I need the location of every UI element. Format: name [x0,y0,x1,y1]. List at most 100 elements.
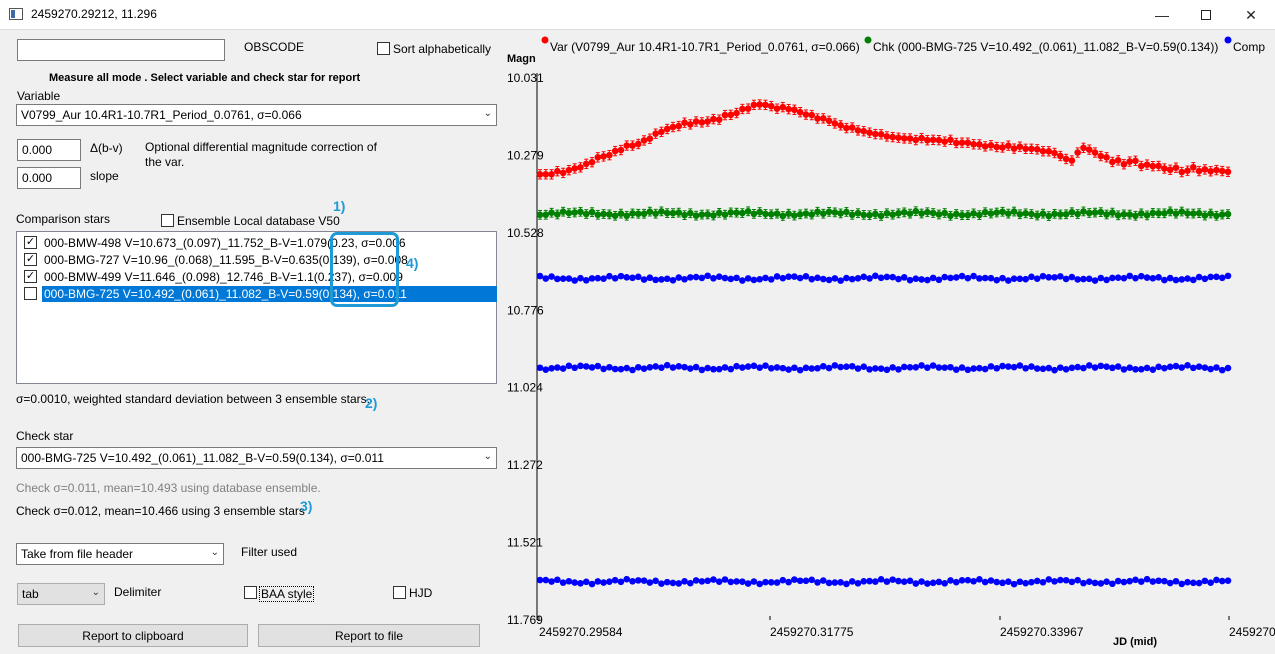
data-point [652,130,659,137]
minimize-button[interactable]: — [1139,0,1185,30]
data-point [1062,366,1070,373]
baa-checkbox-box[interactable] [244,586,257,599]
filter-select[interactable]: Take from file header ⌄ [16,543,224,565]
ensemble-sigma-text: σ=0.0010, weighted standard deviation be… [16,392,370,406]
data-point [1114,577,1122,585]
data-point [1005,210,1012,217]
close-icon: ✕ [1245,6,1257,23]
data-point [536,364,544,372]
data-point [744,208,752,215]
data-point [1155,162,1162,170]
data-point [964,576,972,584]
data-point [791,106,798,114]
sort-checkbox-box[interactable] [377,42,390,55]
data-point [785,578,792,586]
data-point [906,364,914,371]
data-point [1103,578,1110,586]
x-tick-label: 2459270.33967 [1000,625,1084,639]
data-point [796,366,804,374]
data-point [1022,275,1029,283]
data-point [727,275,735,283]
y-tick-label: 10.031 [507,71,544,85]
series-comp-2 [536,361,1232,374]
data-point [733,209,740,216]
list-item[interactable]: ✓ 000-BMW-498 V=10.673_(0.097)_11.752_B-… [21,234,495,251]
comp-star-checkbox[interactable]: ✓ [24,236,37,249]
data-point [565,166,573,174]
data-point [929,209,937,217]
data-point [929,579,937,587]
check-star-select[interactable]: 000-BMG-725 V=10.492_(0.061)_11.082_B-V=… [16,447,497,469]
data-point [1114,363,1122,370]
data-point [1097,580,1105,587]
data-point [877,274,885,282]
maximize-button[interactable] [1183,0,1229,30]
data-point [698,211,706,218]
data-point [831,579,839,586]
obscode-label: OBSCODE [244,40,305,54]
data-point [1126,577,1134,585]
ensemble-checkbox-box[interactable] [161,214,174,227]
data-point [594,362,602,370]
data-point [1149,209,1157,217]
data-point [1184,210,1191,217]
data-point [796,210,804,218]
data-point [895,366,902,373]
data-point [1155,577,1162,585]
data-point [727,578,735,586]
comp-star-checkbox[interactable]: ✓ [24,270,37,283]
data-point [1085,146,1093,153]
hjd-checkbox-box[interactable] [393,586,406,599]
data-point [1028,210,1035,218]
data-point [872,130,879,138]
data-point [559,365,567,372]
report-to-clipboard-button[interactable]: Report to clipboard [18,624,248,647]
data-point [1103,211,1110,218]
data-point [1051,578,1058,585]
list-item[interactable]: ✓ 000-BMW-499 V=11.646_(0.098)_12.746_B-… [21,268,495,285]
comparison-stars-list[interactable]: ✓ 000-BMW-498 V=10.673_(0.097)_11.752_B-… [16,231,497,384]
data-point [548,364,555,372]
close-button[interactable]: ✕ [1228,0,1274,30]
data-point [1161,210,1168,217]
data-point [1039,210,1047,217]
data-point [652,363,659,370]
obscode-input[interactable] [17,39,225,61]
slope-input[interactable]: 0.000 [17,167,81,189]
data-point [993,209,1001,216]
data-point [1137,210,1145,217]
data-point [1190,579,1197,587]
report-to-file-button[interactable]: Report to file [258,624,480,647]
data-point [658,128,665,136]
annotation-3: 3) [300,498,313,514]
y-tick-label: 11.272 [507,458,543,472]
data-point [767,578,775,586]
data-point [1074,363,1081,371]
data-point [872,210,879,218]
delta-bv-input[interactable]: 0.000 [17,139,81,161]
data-point [981,274,989,282]
comp-star-checkbox[interactable] [24,287,37,300]
comp-star-checkbox[interactable]: ✓ [24,253,37,266]
title-bar[interactable]: 2459270.29212, 11.296 — ✕ [0,0,1275,30]
delimiter-select[interactable]: tab ⌄ [17,583,105,605]
data-point [952,366,960,373]
data-point [1051,149,1058,157]
data-point [1109,364,1116,372]
data-point [710,274,717,282]
data-point [808,576,816,584]
data-point [1224,168,1232,176]
list-item[interactable]: ✓ 000-BMG-727 V=10.96_(0.068)_11.595_B-V… [21,251,495,268]
data-point [1085,209,1093,217]
data-point [791,212,798,219]
variable-select[interactable]: V0799_Aur 10.4R1-10.7R1_Period_0.0761, σ… [16,104,497,126]
data-point [889,273,896,281]
data-point [1045,147,1053,155]
data-point [623,575,631,583]
data-point [935,276,943,284]
filter-select-value: Take from file header [21,547,134,561]
data-point [571,277,578,284]
list-item[interactable]: 000-BMG-725 V=10.492_(0.061)_11.082_B-V=… [21,285,497,302]
data-point [825,208,833,216]
data-point [1166,363,1174,371]
